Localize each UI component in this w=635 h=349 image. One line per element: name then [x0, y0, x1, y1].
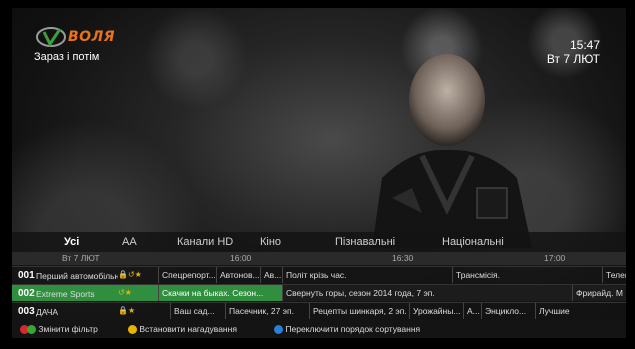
tab-movies[interactable]: Кіно	[260, 236, 281, 248]
channel-name: Extreme Sports	[36, 289, 95, 299]
program-cell[interactable]: Свернуть горы, сезон 2014 года, 7 эп.	[282, 285, 582, 301]
channel-status-icons: 🔒↺★	[118, 270, 142, 279]
timeline: Вт 7 ЛЮТ 16:00 16:30 17:00	[12, 252, 626, 265]
timeline-time-3: 17:00	[544, 253, 566, 263]
program-cell[interactable]: Трансмісія.	[452, 267, 602, 283]
tab-all[interactable]: Усі	[64, 236, 79, 248]
program-cell[interactable]: Урожайны...	[409, 303, 463, 319]
blue-button-icon	[274, 325, 283, 335]
sort-hint[interactable]: Переключити порядок сортування	[274, 324, 421, 335]
channel-number: 002	[18, 288, 35, 299]
program-cell[interactable]: Ав...	[260, 267, 282, 283]
channel-name: ДАЧА	[36, 307, 59, 317]
clock: 15:47 Вт 7 ЛЮТ	[547, 38, 600, 66]
button-legend: Змінити фільтр Встановити нагадування Пе…	[12, 320, 626, 338]
tab-hd-channels[interactable]: Канали HD	[177, 236, 233, 248]
tab-educational[interactable]: Пізнавальні	[335, 236, 395, 248]
channel-row[interactable]: 003 ДАЧА 🔒★ Ваш сад... Пасечник, 27 эп. …	[12, 302, 626, 319]
program-cell[interactable]: Спецрепорт...	[158, 267, 216, 283]
now-next-title: Зараз і потім	[34, 51, 100, 63]
clock-date: Вт 7 ЛЮТ	[546, 52, 600, 66]
program-cell[interactable]: Політ крізь час.	[282, 267, 452, 283]
logo-text: ВОЛЯ	[68, 29, 115, 45]
timeline-time-1: 16:00	[230, 253, 252, 263]
channel-number: 001	[18, 270, 35, 281]
epg-panel: Усі АА Канали HD Кіно Пізнавальні Націон…	[12, 232, 626, 338]
clock-time: 15:47	[569, 38, 600, 52]
channel-status-icons: 🔒★	[118, 306, 136, 315]
channel-number: 003	[18, 306, 35, 317]
timeline-time-2: 16:30	[392, 253, 414, 263]
channel-status-icons: ↺★	[118, 288, 132, 297]
program-cell[interactable]: Энцикло...	[481, 303, 535, 319]
channel-name: Перший автомобільний	[36, 271, 118, 281]
channel-row-selected[interactable]: 002 Extreme Sports ↺★ Скачки на быках. С…	[12, 284, 626, 301]
channel-row[interactable]: 001 Перший автомобільний 🔒↺★ Спецрепорт.…	[12, 266, 626, 283]
video-person-figure	[372, 54, 532, 248]
tab-aa[interactable]: АА	[122, 236, 137, 248]
program-cell[interactable]: Фрирайд. М	[572, 285, 626, 301]
filter-tabs: Усі АА Канали HD Кіно Пізнавальні Націон…	[12, 232, 626, 252]
program-cell[interactable]: Телем	[602, 267, 626, 283]
program-cell[interactable]: Лучшие	[535, 303, 626, 319]
tab-national[interactable]: Національні	[442, 236, 504, 248]
reminder-hint-label: Встановити нагадування	[139, 324, 237, 334]
program-cell[interactable]: Рецепты шинкаря, 2 эп.	[309, 303, 409, 319]
reminder-hint[interactable]: Встановити нагадування	[128, 324, 237, 335]
brand-logo: ВОЛЯ	[36, 26, 115, 48]
program-cell-selected[interactable]: Скачки на быках. Сезон...	[158, 285, 282, 301]
program-cell[interactable]: А...	[463, 303, 481, 319]
sort-hint-label: Переключити порядок сортування	[285, 324, 421, 334]
filter-hint-label: Змінити фільтр	[38, 324, 98, 334]
timeline-date: Вт 7 ЛЮТ	[62, 253, 100, 263]
yellow-button-icon	[128, 325, 137, 335]
tv-screen: ВОЛЯ Зараз і потім 15:47 Вт 7 ЛЮТ Усі АА…	[12, 8, 626, 338]
filter-hint[interactable]: Змінити фільтр	[20, 324, 98, 335]
program-cell[interactable]: Автонов...	[216, 267, 260, 283]
program-cell[interactable]: Пасечник, 27 эп.	[225, 303, 309, 319]
logo-icon	[36, 26, 66, 48]
green-button-icon	[27, 325, 36, 335]
program-cell[interactable]: Ваш сад...	[170, 303, 225, 319]
